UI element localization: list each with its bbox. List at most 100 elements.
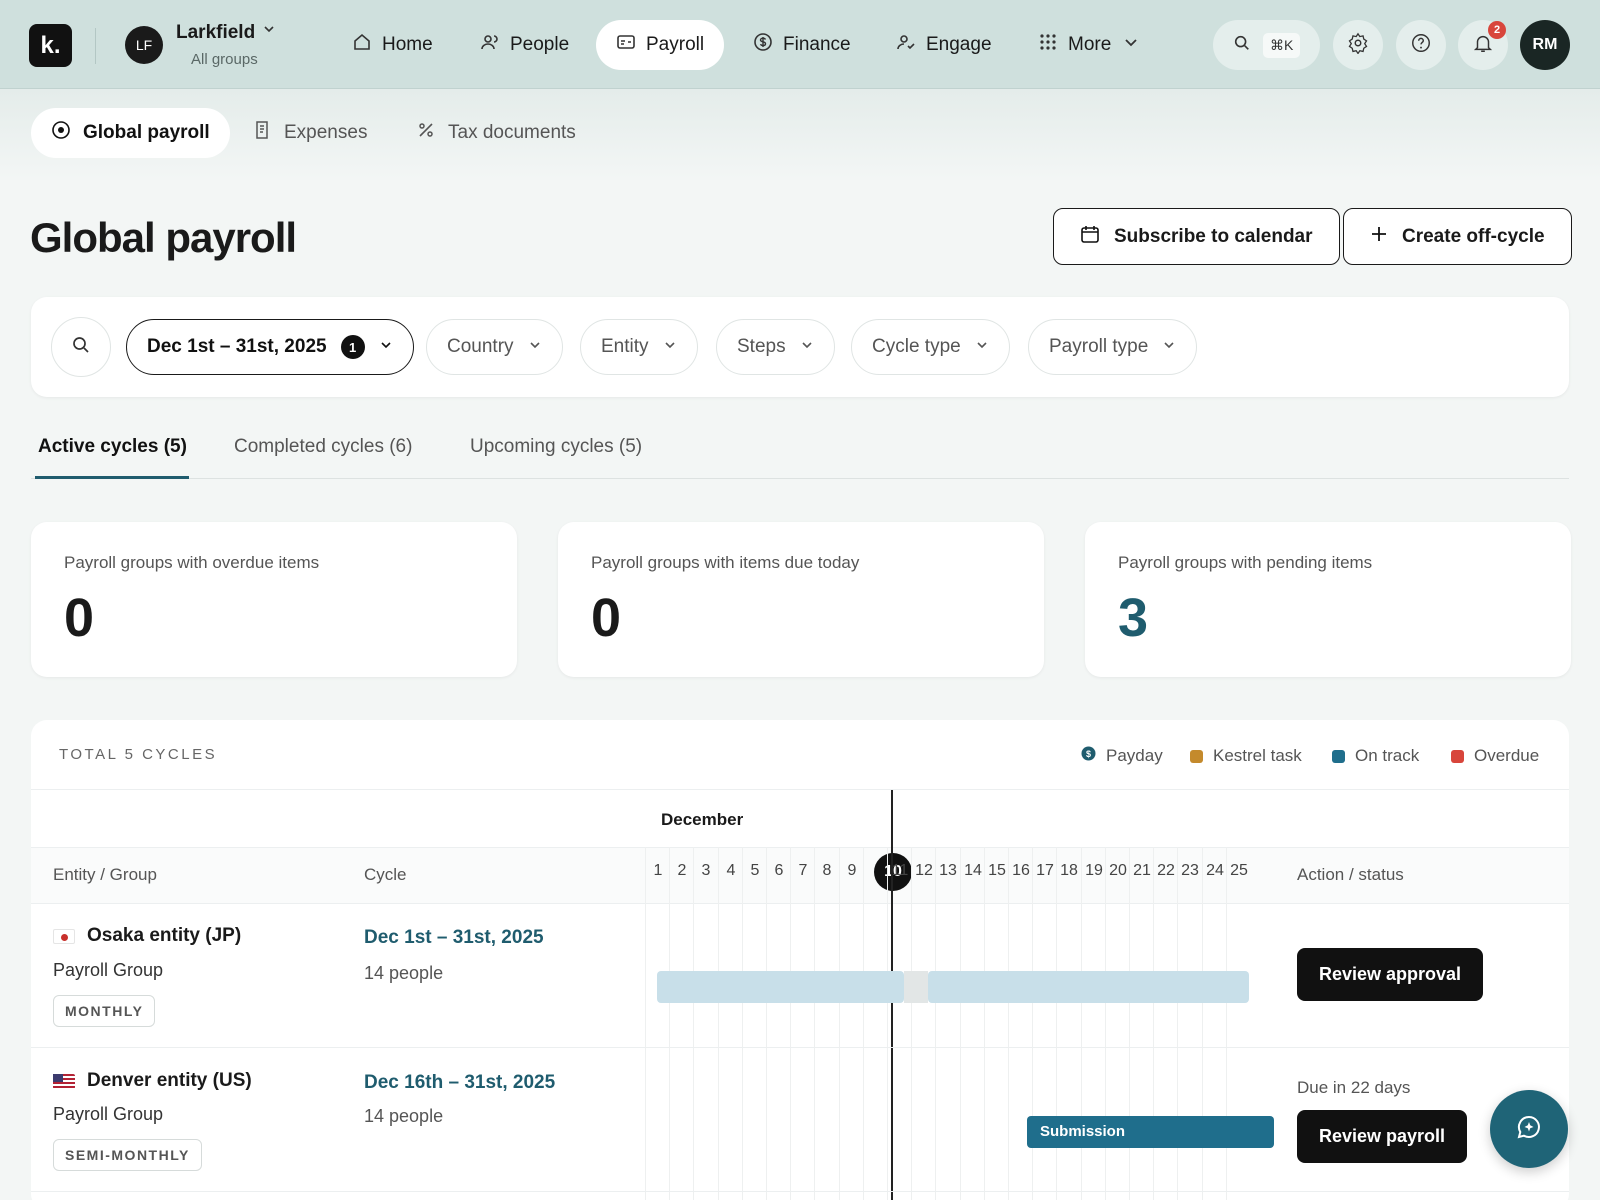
subtab-label: Global payroll [83, 122, 210, 143]
cycle-type-filter[interactable]: Cycle type [851, 319, 1010, 375]
nav-payroll[interactable]: Payroll [596, 20, 725, 70]
entity-name[interactable]: Osaka entity (JP) [53, 925, 241, 947]
day-label: 3 [701, 862, 711, 879]
org-avatar[interactable]: LF [125, 26, 163, 64]
day-gridline [839, 847, 840, 1200]
divider [95, 28, 96, 64]
day-label: 7 [798, 862, 808, 879]
divider [31, 1047, 1569, 1048]
divider [31, 789, 1569, 790]
group-name: Payroll Group [53, 960, 164, 980]
chevron-down-icon [800, 336, 814, 358]
chevron-down-icon [1162, 336, 1176, 358]
tab-active-cycles[interactable]: Active cycles (5) [38, 436, 187, 458]
subtab-tax-documents[interactable]: Tax documents [396, 108, 596, 158]
day-label: 14 [964, 862, 982, 879]
button-label: Create off-cycle [1402, 225, 1545, 247]
tab-completed-cycles[interactable]: Completed cycles (6) [234, 436, 412, 458]
chip-label: Cycle type [872, 336, 961, 357]
chevron-down-icon [975, 336, 989, 358]
subscribe-calendar-button[interactable]: Subscribe to calendar [1053, 208, 1340, 265]
legend-label: Overdue [1474, 746, 1540, 765]
subtab-global-payroll[interactable]: Global payroll [31, 108, 230, 158]
help-button[interactable] [1396, 20, 1446, 70]
target-icon [51, 120, 71, 146]
search-icon [71, 335, 91, 360]
user-avatar[interactable]: RM [1520, 20, 1570, 70]
subtab-label: Expenses [284, 122, 368, 143]
day-gridline [814, 847, 815, 1200]
country-filter[interactable]: Country [426, 319, 563, 375]
entity-label: Denver entity (US) [87, 1070, 252, 1091]
settings-button[interactable] [1333, 20, 1383, 70]
app-logo[interactable]: k. [29, 24, 72, 67]
legend-on-track: On track [1332, 746, 1419, 766]
payroll-timeline: TOTAL 5 CYCLES $ Payday Kestrel task On … [31, 720, 1569, 1200]
entity-label: Osaka entity (JP) [87, 925, 242, 946]
legend-label: On track [1355, 746, 1420, 765]
filter-search-button[interactable] [51, 317, 111, 377]
active-tab-indicator [35, 476, 189, 479]
day-gridline [960, 847, 961, 1200]
day-label: 24 [1206, 862, 1224, 879]
cycle-dates-link[interactable]: Dec 1st – 31st, 2025 [364, 927, 544, 949]
day-label: 12 [915, 862, 933, 879]
day-gridline [693, 847, 694, 1200]
receipt-icon [252, 120, 272, 146]
cycle-progress-bar[interactable] [928, 971, 1249, 1003]
nav-engage[interactable]: Engage [876, 20, 1012, 70]
people-count: 14 people [364, 1106, 444, 1126]
nav-home[interactable]: Home [332, 20, 453, 70]
day-label: 8 [822, 862, 832, 879]
tab-upcoming-cycles[interactable]: Upcoming cycles (5) [470, 436, 642, 458]
column-header-cycle: Cycle [364, 865, 407, 884]
day-label: 23 [1181, 862, 1199, 879]
people-count: 14 people [364, 963, 444, 983]
chat-assistant-button[interactable] [1490, 1090, 1568, 1168]
nav-more[interactable]: More [1018, 20, 1161, 70]
notification-badge: 2 [1488, 21, 1506, 39]
total-cycles-label: TOTAL 5 CYCLES [59, 746, 218, 763]
review-approval-button[interactable]: Review approval [1297, 948, 1483, 1001]
month-label: December [661, 810, 744, 829]
nav-finance[interactable]: Finance [733, 20, 871, 70]
create-off-cycle-button[interactable]: Create off-cycle [1343, 208, 1572, 265]
legend-payday: $ Payday [1081, 746, 1163, 766]
nav-label: Finance [783, 34, 851, 55]
day-gridline [911, 847, 912, 1200]
cycle-progress-bar[interactable] [657, 971, 904, 1003]
legend-overdue: Overdue [1451, 746, 1539, 766]
calendar-icon [1080, 224, 1100, 250]
day-gridline [669, 847, 670, 1200]
entity-filter[interactable]: Entity [580, 319, 698, 375]
date-range-filter[interactable]: Dec 1st – 31st, 2025 1 [126, 319, 414, 375]
steps-filter[interactable]: Steps [716, 319, 835, 375]
entity-name[interactable]: Denver entity (US) [53, 1070, 252, 1092]
global-search-button[interactable]: ⌘K [1213, 20, 1320, 70]
org-name[interactable]: Larkfield [176, 22, 255, 44]
search-icon [1233, 34, 1251, 57]
frequency-tag: SEMI-MONTHLY [53, 1139, 202, 1171]
nav-label: Home [382, 34, 433, 55]
home-icon [352, 32, 372, 58]
keyboard-shortcut: ⌘K [1263, 32, 1301, 58]
legend-swatch [1332, 749, 1345, 763]
subtab-expenses[interactable]: Expenses [232, 108, 387, 158]
group-name: Payroll Group [53, 1104, 164, 1124]
review-payroll-button[interactable]: Review payroll [1297, 1110, 1467, 1163]
chevron-down-icon[interactable] [262, 22, 276, 41]
day-label: 21 [1133, 862, 1151, 879]
cycle-dates-link[interactable]: Dec 16th – 31st, 2025 [364, 1072, 555, 1094]
payroll-type-filter[interactable]: Payroll type [1028, 319, 1198, 375]
gear-icon [1347, 32, 1369, 59]
day-label: 16 [1012, 862, 1030, 879]
nav-people[interactable]: People [460, 20, 589, 70]
day-label: 6 [774, 862, 784, 879]
nav-label: People [510, 34, 570, 55]
chip-label: Entity [601, 336, 649, 357]
day-gridline [984, 847, 985, 1200]
cycle-gap-bar [904, 971, 928, 1003]
submission-bar[interactable]: Submission [1027, 1116, 1274, 1148]
stat-label: Payroll groups with pending items [1118, 553, 1373, 572]
day-gridline [645, 847, 646, 1200]
